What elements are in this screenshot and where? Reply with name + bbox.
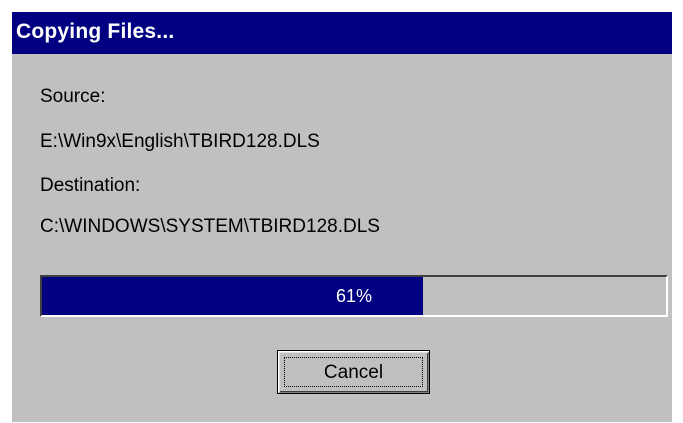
source-path: E:\Win9x\English\TBIRD128.DLS — [40, 131, 320, 152]
title-bar[interactable]: Copying Files... — [12, 12, 672, 54]
destination-path: C:\WINDOWS\SYSTEM\TBIRD128.DLS — [40, 216, 380, 237]
copy-dialog: Copying Files... Source: E:\Win9x\Englis… — [12, 12, 672, 422]
source-label: Source: — [40, 86, 106, 107]
window-title: Copying Files... — [16, 20, 175, 43]
progress-bar: 61% 61% — [40, 275, 668, 317]
progress-percent-text-inverse-inner: 61% — [335, 286, 373, 306]
cancel-button-label: Cancel — [284, 357, 423, 387]
cancel-button[interactable]: Cancel — [277, 350, 430, 394]
destination-label: Destination: — [40, 175, 141, 196]
progress-percent-text-inverse: 61% — [42, 277, 423, 315]
